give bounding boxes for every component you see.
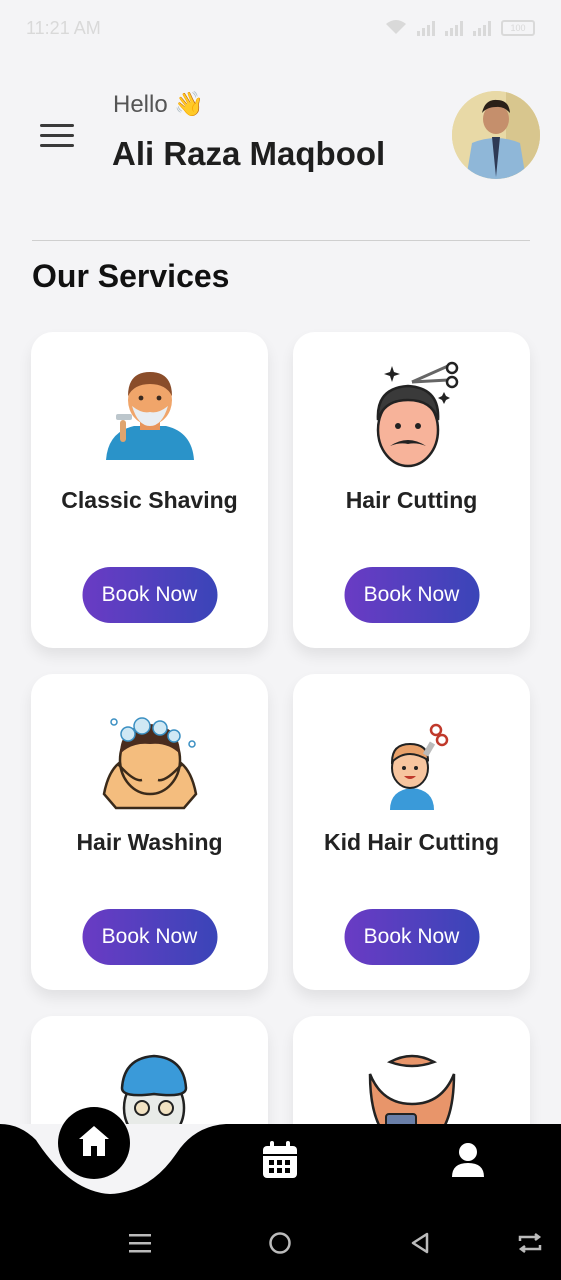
signal-icon <box>473 20 491 36</box>
section-title: Our Services <box>32 258 230 294</box>
service-name: Hair Cutting <box>345 487 478 513</box>
hair-washing-icon <box>94 702 206 814</box>
kid-hair-cutting-icon <box>356 702 468 814</box>
system-back-button[interactable] <box>400 1225 440 1265</box>
battery-icon: 100 <box>501 20 535 36</box>
wifi-icon <box>385 19 407 38</box>
nav-home-button[interactable] <box>58 1107 130 1179</box>
back-triangle-icon <box>409 1231 431 1260</box>
service-card-hair-cutting[interactable]: Hair Cutting Book Now <box>293 332 530 648</box>
service-card-hair-washing[interactable]: Hair Washing Book Now <box>31 674 268 990</box>
circle-home-icon <box>268 1231 292 1260</box>
status-time: 11:21 AM <box>26 17 101 38</box>
greeting: Hello 👋 <box>113 91 205 118</box>
shaving-man-icon <box>94 360 206 472</box>
book-now-button[interactable]: Book Now <box>344 909 479 965</box>
rotate-icon <box>516 1232 544 1258</box>
menu-button[interactable] <box>40 118 78 152</box>
menu-lines-icon <box>129 1232 151 1259</box>
divider <box>32 240 530 241</box>
signal-icon <box>417 20 435 36</box>
hair-cutting-icon <box>356 360 468 472</box>
signal-icon <box>445 20 463 36</box>
nav-profile-button[interactable] <box>446 1140 490 1184</box>
system-menu-button[interactable] <box>120 1225 160 1265</box>
hamburger-icon <box>40 123 74 127</box>
profile-icon <box>450 1141 486 1184</box>
book-now-button[interactable]: Book Now <box>344 567 479 623</box>
status-icons: 100 <box>385 19 535 38</box>
battery-level: 100 <box>510 23 526 33</box>
service-name: Classic Shaving <box>61 487 238 513</box>
service-name: Hair Washing <box>76 829 223 855</box>
status-bar: 11:21 AM 100 <box>0 0 561 56</box>
system-home-button[interactable] <box>260 1225 300 1265</box>
service-name: Kid Hair Cutting <box>323 829 500 855</box>
book-now-button[interactable]: Book Now <box>82 567 217 623</box>
service-card-classic-shaving[interactable]: Classic Shaving Book Now <box>31 332 268 648</box>
nav-calendar-button[interactable] <box>258 1140 302 1184</box>
avatar[interactable] <box>452 91 540 179</box>
user-name: Ali Raza Maqbool <box>112 135 386 172</box>
calendar-icon <box>261 1140 299 1185</box>
service-card-kid-hair-cutting[interactable]: Kid Hair Cutting Book Now <box>293 674 530 990</box>
system-rotate-button[interactable] <box>510 1225 550 1265</box>
home-icon <box>75 1122 113 1165</box>
book-now-button[interactable]: Book Now <box>82 909 217 965</box>
